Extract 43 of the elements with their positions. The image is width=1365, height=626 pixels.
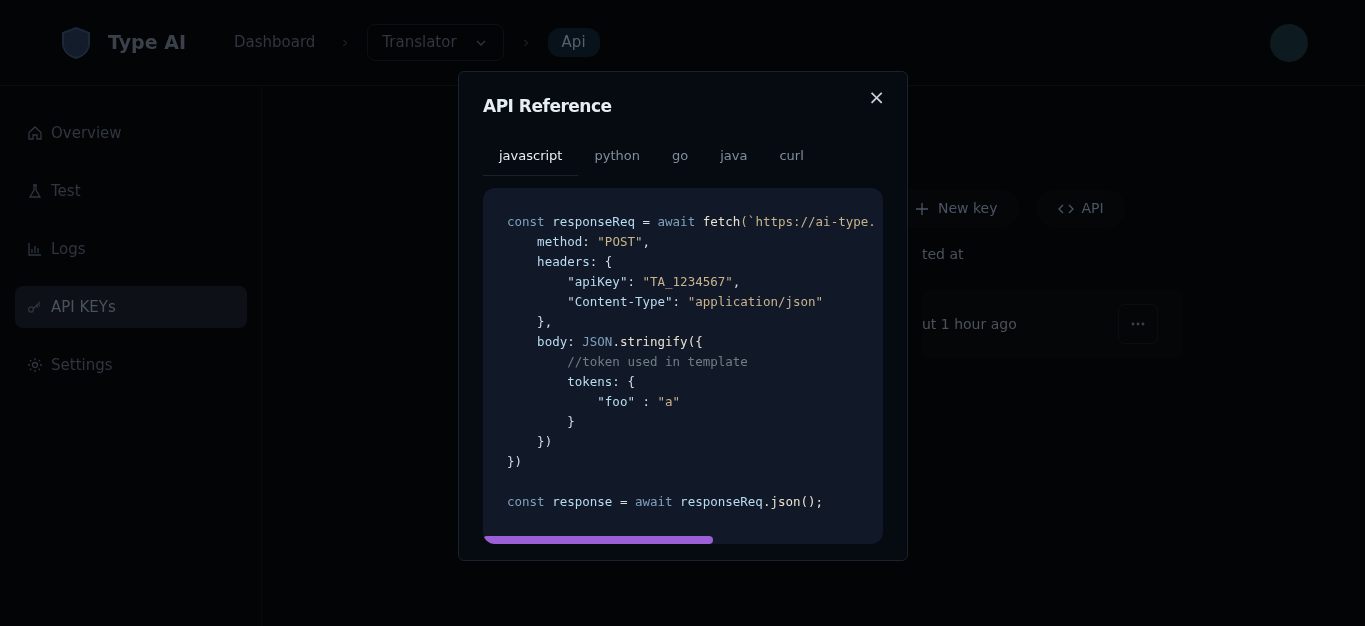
code-line: "Content-Type": "application/json"	[566, 293, 825, 311]
more-button[interactable]	[1118, 304, 1158, 344]
code-line: tokens: {	[566, 373, 636, 391]
sidebar-item[interactable]: Overview	[15, 112, 247, 154]
shield-logo-icon	[60, 25, 92, 60]
bar-chart-icon	[27, 241, 43, 257]
code-line: },	[536, 313, 554, 331]
code-line: })	[536, 433, 554, 451]
language-tab[interactable]: java	[704, 135, 764, 176]
flask-icon	[27, 183, 43, 199]
plus-icon	[914, 200, 930, 217]
code-line: body: JSON.stringify({	[536, 333, 704, 351]
scrollbar-thumb[interactable]	[483, 536, 713, 544]
sidebar-item[interactable]: API KEYs	[15, 286, 247, 328]
code-line: "apiKey": "TA_1234567",	[566, 273, 742, 291]
code-line: const responseReq = await fetch(`https://ai-type.	[507, 213, 877, 231]
brand-name: Type AI	[108, 30, 186, 56]
sidebar-item[interactable]: Settings	[15, 344, 247, 386]
avatar-circle[interactable]	[1270, 24, 1308, 62]
code-line: })	[507, 453, 524, 471]
breadcrumb-current[interactable]: Api	[547, 28, 600, 57]
code-line: "foo" : "a"	[596, 393, 682, 411]
modal-title: API Reference	[483, 95, 612, 118]
breadcrumb-link[interactable]: Dashboard	[225, 27, 324, 58]
language-tab[interactable]: go	[655, 135, 705, 176]
code-line: const response = await responseReq.json();	[507, 493, 825, 511]
key-icon	[27, 299, 43, 315]
language-tab[interactable]: javascript	[483, 135, 579, 176]
close-button[interactable]: ×	[862, 86, 891, 108]
sidebar-item[interactable]: Logs	[15, 228, 247, 270]
code-line: }	[566, 413, 576, 431]
settings-icon	[27, 357, 43, 373]
column-header: ted at	[922, 245, 965, 264]
house-icon	[27, 125, 43, 141]
code-line: headers: {	[536, 253, 614, 271]
breadcrumb-dropdown[interactable]: Translator	[367, 24, 504, 61]
language-tab[interactable]: python	[578, 135, 656, 176]
ellipsis-icon	[1131, 322, 1145, 326]
sidebar-item[interactable]: Test	[15, 170, 247, 212]
created-time: ut 1 hour ago	[922, 314, 1017, 334]
code-line: //token used in template	[566, 353, 749, 371]
language-tab[interactable]: curl	[763, 135, 820, 176]
code-line: method: "POST",	[536, 233, 651, 251]
